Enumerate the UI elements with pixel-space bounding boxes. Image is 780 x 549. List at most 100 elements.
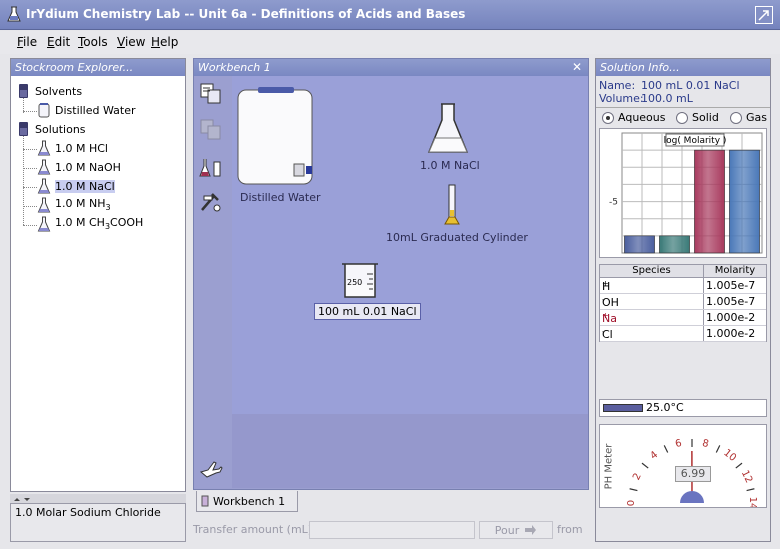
beaker-mark: 250 — [347, 278, 363, 287]
radio-indicator — [676, 111, 688, 124]
radio-indicator — [730, 111, 742, 124]
temperature-value: 25.0°C — [646, 401, 684, 414]
paste-solution-icon[interactable] — [198, 118, 224, 142]
flask-icon — [37, 140, 51, 156]
graduated-cylinder[interactable] — [444, 184, 460, 229]
tree-item-nacl[interactable]: 1.0 M NaCl — [37, 177, 115, 195]
beaker[interactable]: 250 — [340, 262, 380, 303]
nacl-flask[interactable] — [426, 102, 470, 159]
distilled-water-label: Distilled Water — [240, 191, 321, 204]
menu-view[interactable]: View — [117, 35, 145, 49]
graduated-cylinder-icon — [444, 184, 460, 225]
workbench-surface: Distilled Water 1.0 M NaCl 10mL Graduate… — [232, 76, 588, 488]
tree-item-hcl[interactable]: 1.0 M HCl — [37, 139, 108, 157]
phase-radio-aqueous[interactable]: Aqueous — [602, 111, 666, 124]
ph-tick-label: 10 — [721, 447, 738, 464]
ph-meter: PH Meter 0 2 4 6 8 10 12 14 6.99 — [599, 424, 767, 508]
ph-minor-tick — [629, 488, 638, 492]
table-row[interactable]: OH - 1.005e-7 — [600, 294, 766, 310]
species-header: Species — [600, 265, 704, 278]
carboy-icon — [237, 87, 313, 185]
distilled-water-carboy[interactable] — [236, 86, 316, 189]
tab-bottle-icon — [201, 495, 209, 507]
pour-button[interactable]: Pour — [479, 521, 553, 539]
thermometer-bar — [603, 404, 643, 412]
bar-H+ — [624, 235, 655, 254]
solution-info-title: Solution Info... — [596, 59, 770, 76]
erlenmeyer-flask-icon — [427, 103, 469, 153]
table-row[interactable]: H + 1.005e-7 — [600, 278, 766, 294]
solution-volume-value: 100.0 mL — [641, 92, 693, 105]
radio-indicator — [602, 111, 614, 124]
nacl-flask-label: 1.0 M NaCl — [420, 159, 480, 172]
workbench-close-button[interactable]: ✕ — [572, 60, 582, 74]
y-tick-label: -5 — [609, 198, 618, 208]
glassware-icon[interactable] — [198, 156, 224, 180]
bar-OH- — [659, 235, 690, 254]
temperature-display: 25.0°C — [599, 399, 767, 417]
maximize-icon — [758, 10, 769, 21]
phase-radio-gas[interactable]: Gas — [730, 111, 767, 124]
ph-minor-tick — [715, 445, 721, 453]
molarity-chart-svg: -5 log( Molarity ) — [609, 132, 763, 254]
flask-icon — [37, 159, 51, 175]
flask-icon — [37, 197, 51, 213]
ph-minor-tick — [641, 462, 649, 469]
phase-radio-solid[interactable]: Solid — [676, 111, 719, 124]
menu-tools[interactable]: Tools — [78, 35, 108, 49]
ph-meter-label: PH Meter — [603, 443, 615, 490]
copy-solution-icon[interactable] — [198, 82, 224, 106]
table-row[interactable]: Na + 1.000e-2 — [600, 310, 766, 326]
bar-Cl- — [729, 149, 760, 254]
ph-value: 6.99 — [675, 466, 711, 482]
tree-item-ch3cooh[interactable]: 1.0 M CH3COOH — [37, 215, 143, 233]
ph-minor-tick — [663, 445, 669, 453]
solution-name-label: Name: — [599, 79, 636, 92]
maximize-button[interactable] — [755, 6, 773, 24]
workbench-toolbar — [194, 76, 228, 489]
plane-icon[interactable] — [198, 458, 224, 482]
workbench-title: Workbench 1 — [194, 59, 588, 76]
tree-item-naoh[interactable]: 1.0 M NaOH — [37, 158, 121, 176]
menu-edit[interactable]: Edit — [47, 35, 70, 49]
ph-tick-label: 6 — [674, 438, 683, 450]
ph-tick-label: 8 — [701, 438, 710, 450]
tree-item-nh3[interactable]: 1.0 M NH3 — [37, 196, 111, 214]
ph-tick-label: 12 — [739, 469, 754, 485]
window-title: IrYdium Chemistry Lab -- Unit 6a - Defin… — [26, 7, 466, 21]
menu-help[interactable]: Help — [151, 35, 178, 49]
ph-minor-tick — [735, 462, 743, 469]
ph-tick-label: 0 — [626, 500, 637, 506]
workbench-tabs: Workbench 1 — [193, 490, 589, 514]
chart-title: log( Molarity ) — [664, 136, 727, 146]
molarity-header: Molarity — [704, 265, 766, 278]
flask-icon — [37, 216, 51, 232]
transfer-amount-input[interactable] — [309, 521, 475, 539]
table-row[interactable]: Cl - 1.000e-2 — [600, 326, 766, 342]
transfer-from-label: from — [557, 523, 583, 536]
flask-app-icon — [7, 6, 21, 22]
tree-item-distilled-water[interactable]: Distilled Water — [37, 101, 136, 119]
tree-folder-solvents[interactable]: Solvents — [17, 82, 82, 100]
menu-bar: File Edit Tools View Help — [0, 31, 780, 54]
tools-icon[interactable] — [198, 190, 224, 214]
tree-folder-solutions[interactable]: Solutions — [17, 120, 86, 138]
species-table: Species Molarity H + 1.005e-7 OH - 1.005e-… — [599, 264, 767, 342]
ph-needle-hub — [680, 491, 704, 503]
stockroom-explorer: Stockroom Explorer... Solvents Distilled… — [10, 58, 186, 492]
flask-icon — [37, 178, 51, 194]
molarity-chart: -5 log( Molarity ) — [599, 128, 767, 258]
ph-tick-label: 4 — [648, 449, 660, 462]
tab-workbench-1[interactable]: Workbench 1 — [196, 491, 298, 512]
menu-file[interactable]: File — [17, 35, 37, 49]
bottle-icon — [19, 84, 28, 98]
solution-name-value: 100 mL 0.01 NaCl — [641, 79, 740, 92]
item-description: 1.0 Molar Sodium Chloride — [10, 503, 186, 542]
transfer-bar: Transfer amount (mL): Pour from — [193, 518, 589, 542]
ph-tick-label: 2 — [631, 471, 644, 482]
water-carboy-icon — [38, 103, 50, 118]
bottle-icon — [19, 122, 28, 136]
ph-tick-label: 14 — [747, 497, 758, 507]
beaker-label[interactable]: 100 mL 0.01 NaCl — [314, 303, 421, 320]
ph-minor-tick — [746, 488, 755, 492]
